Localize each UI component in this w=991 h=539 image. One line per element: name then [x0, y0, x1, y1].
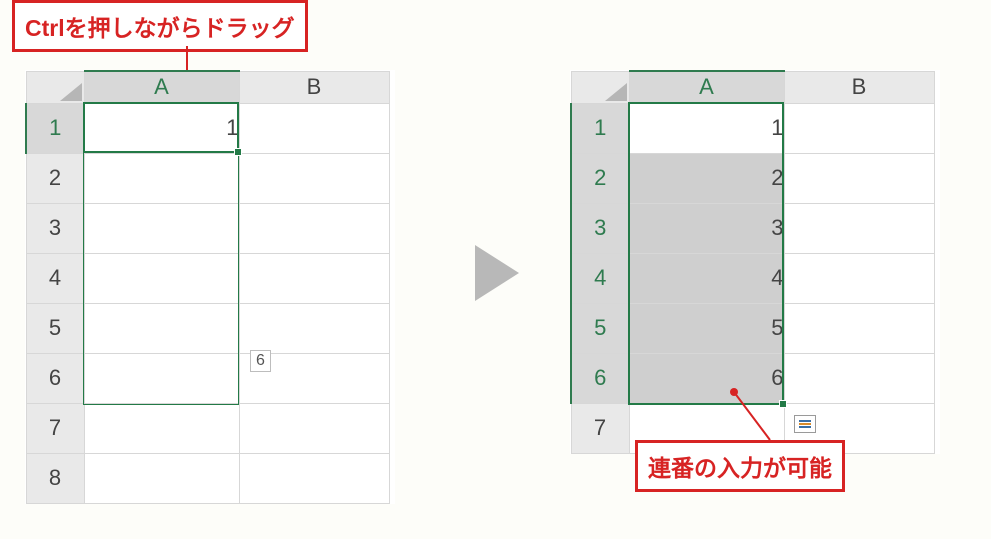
fill-handle[interactable] — [234, 148, 242, 156]
row-header-2[interactable]: 2 — [571, 153, 629, 203]
drag-value-tooltip: 6 — [250, 350, 271, 372]
callout-bottom-leader — [730, 388, 780, 443]
row-header-1[interactable]: 1 — [571, 103, 629, 153]
col-header-A[interactable]: A — [629, 71, 784, 103]
callout-bottom: 連番の入力が可能 — [635, 440, 845, 492]
cell-B6[interactable] — [784, 353, 934, 403]
cell-A3[interactable] — [84, 203, 239, 253]
row-header-3[interactable]: 3 — [571, 203, 629, 253]
row-header-6[interactable]: 6 — [571, 353, 629, 403]
cell-A5[interactable] — [84, 303, 239, 353]
cell-A4[interactable]: 4 — [629, 253, 784, 303]
cell-A8[interactable] — [84, 453, 239, 503]
col-header-A[interactable]: A — [84, 71, 239, 103]
cell-B1[interactable] — [784, 103, 934, 153]
cell-A5[interactable]: 5 — [629, 303, 784, 353]
spreadsheet-before: A B 1 1 2 3 4 5 6 — [25, 70, 395, 504]
callout-bottom-text: 連番の入力が可能 — [648, 455, 832, 481]
cell-B2[interactable] — [239, 153, 389, 203]
row-header-5[interactable]: 5 — [26, 303, 84, 353]
cell-B7[interactable] — [239, 403, 389, 453]
autofill-options-icon[interactable] — [794, 415, 816, 433]
cell-A1[interactable]: 1 — [84, 103, 239, 153]
cell-A4[interactable] — [84, 253, 239, 303]
cell-B3[interactable] — [784, 203, 934, 253]
select-all-corner[interactable] — [26, 71, 84, 103]
callout-top-text: Ctrlを押しながらドラッグ — [25, 15, 295, 41]
row-header-8[interactable]: 8 — [26, 453, 84, 503]
row-header-2[interactable]: 2 — [26, 153, 84, 203]
cell-A6[interactable] — [84, 353, 239, 403]
cell-B8[interactable] — [239, 453, 389, 503]
select-all-corner[interactable] — [571, 71, 629, 103]
cell-B4[interactable] — [784, 253, 934, 303]
cell-B2[interactable] — [784, 153, 934, 203]
cell-A2[interactable] — [84, 153, 239, 203]
fill-handle[interactable] — [779, 400, 787, 408]
row-header-3[interactable]: 3 — [26, 203, 84, 253]
row-header-5[interactable]: 5 — [571, 303, 629, 353]
cell-A2[interactable]: 2 — [629, 153, 784, 203]
col-header-B[interactable]: B — [784, 71, 934, 103]
row-header-4[interactable]: 4 — [571, 253, 629, 303]
cell-B1[interactable] — [239, 103, 389, 153]
callout-top: Ctrlを押しながらドラッグ — [12, 0, 308, 52]
cell-B3[interactable] — [239, 203, 389, 253]
row-header-6[interactable]: 6 — [26, 353, 84, 403]
transition-arrow-icon — [475, 245, 519, 301]
cell-A7[interactable] — [84, 403, 239, 453]
col-header-B[interactable]: B — [239, 71, 389, 103]
row-header-4[interactable]: 4 — [26, 253, 84, 303]
cell-A1[interactable]: 1 — [629, 103, 784, 153]
row-header-1[interactable]: 1 — [26, 103, 84, 153]
cell-A3[interactable]: 3 — [629, 203, 784, 253]
cell-B5[interactable] — [239, 303, 389, 353]
cell-B5[interactable] — [784, 303, 934, 353]
grid-before[interactable]: A B 1 1 2 3 4 5 6 — [25, 70, 390, 504]
cell-B4[interactable] — [239, 253, 389, 303]
row-header-7[interactable]: 7 — [571, 403, 629, 453]
row-header-7[interactable]: 7 — [26, 403, 84, 453]
